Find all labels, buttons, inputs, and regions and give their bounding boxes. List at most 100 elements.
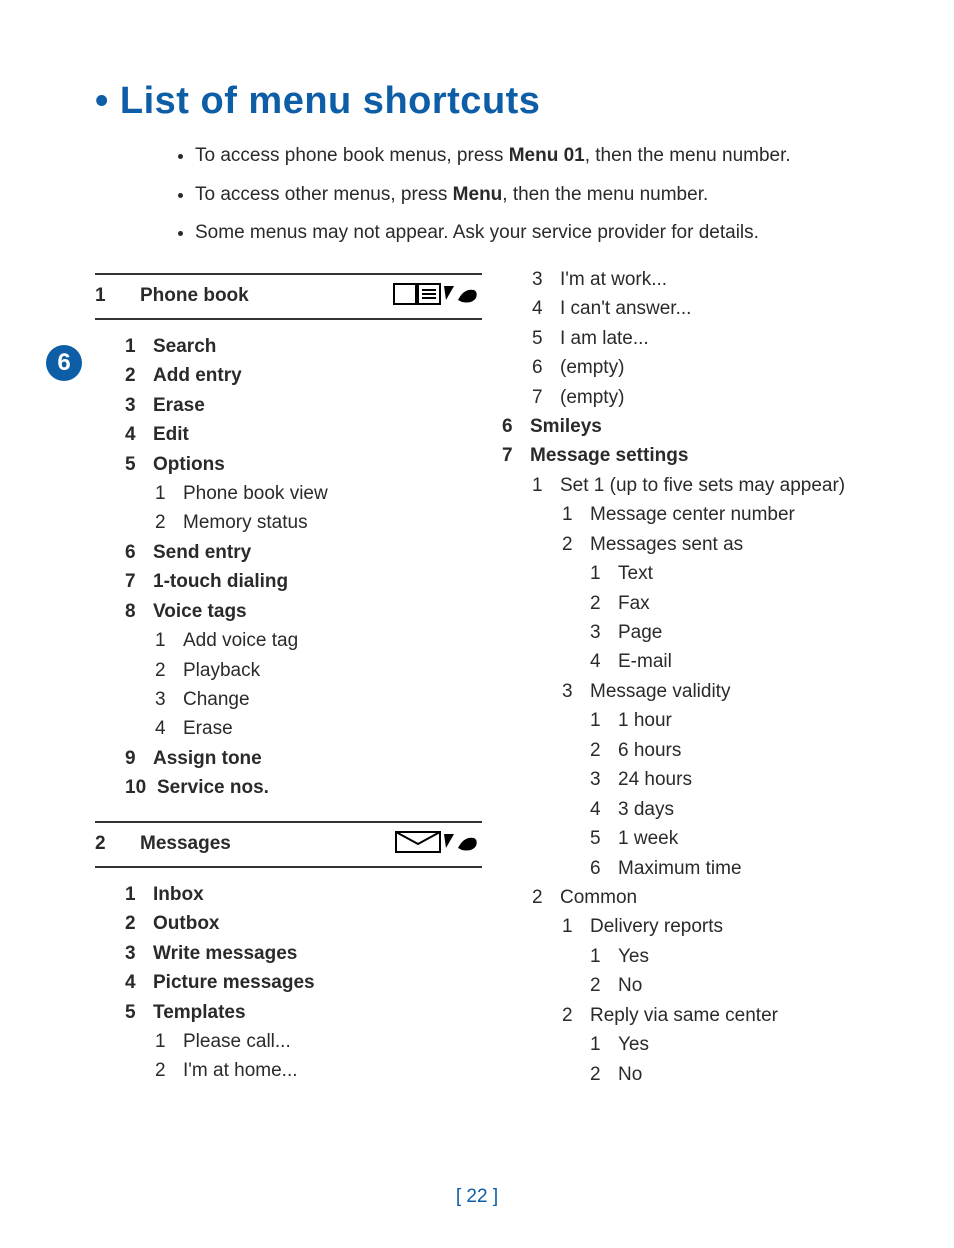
item-num: 2 — [125, 361, 153, 390]
item-label: I'm at work... — [560, 265, 667, 294]
item-num: 3 — [125, 391, 153, 420]
intro-bold: Menu — [453, 184, 503, 205]
item-num: 7 — [502, 441, 530, 470]
item-num: 8 — [125, 597, 153, 626]
item-label: Templates — [153, 998, 246, 1027]
item-num: 2 — [562, 1001, 590, 1030]
item-label: Message center number — [590, 500, 795, 529]
item-label: Please call... — [183, 1027, 291, 1056]
item-num: 2 — [590, 971, 618, 1000]
messages-menu-right: 3I'm at work... 4I can't answer... 5I am… — [502, 265, 889, 1089]
item-label: Yes — [618, 1030, 649, 1059]
item-label: Edit — [153, 420, 189, 449]
section-num: 2 — [95, 833, 125, 855]
item-label: I'm at home... — [183, 1056, 298, 1085]
item-label: Outbox — [153, 909, 220, 938]
item-label: Yes — [618, 942, 649, 971]
item-label: Common — [560, 883, 637, 912]
item-num: 5 — [125, 450, 153, 479]
item-label: Fax — [618, 589, 650, 618]
item-num: 2 — [562, 530, 590, 559]
item-label: Page — [618, 618, 662, 647]
item-label: 1 hour — [618, 706, 672, 735]
item-num: 1 — [155, 1027, 183, 1056]
item-num: 4 — [532, 294, 560, 323]
section-header-messages: 2 Messages — [95, 821, 482, 868]
item-label: 3 days — [618, 795, 674, 824]
item-num: 2 — [590, 736, 618, 765]
chapter-badge: 6 — [46, 345, 82, 381]
section-header-phonebook: 1 Phone book — [95, 273, 482, 320]
intro-item: To access phone book menus, press Menu 0… — [195, 143, 889, 170]
intro-text: Some menus may not appear. Ask your serv… — [195, 222, 759, 243]
item-label: Inbox — [153, 880, 204, 909]
item-num: 3 — [590, 765, 618, 794]
item-num: 2 — [590, 589, 618, 618]
item-label: Search — [153, 332, 216, 361]
page-number: [ 22 ] — [0, 1186, 954, 1208]
item-label: Send entry — [153, 538, 251, 567]
item-label: 1 week — [618, 824, 678, 853]
page-title: • List of menu shortcuts — [95, 80, 889, 123]
item-num: 2 — [155, 508, 183, 537]
item-label: Service nos. — [157, 773, 269, 802]
item-num: 1 — [562, 912, 590, 941]
item-label: I am late... — [560, 324, 649, 353]
item-num: 4 — [155, 714, 183, 743]
item-label: Playback — [183, 656, 260, 685]
item-num: 1 — [155, 479, 183, 508]
item-label: Change — [183, 685, 250, 714]
item-num: 3 — [125, 939, 153, 968]
item-label: Message validity — [590, 677, 730, 706]
phonebook-menu: 1Search 2Add entry 3Erase 4Edit 5Options… — [125, 332, 482, 803]
item-num: 1 — [155, 626, 183, 655]
item-label: 24 hours — [618, 765, 692, 794]
intro-text: To access other menus, press — [195, 184, 453, 205]
item-num: 5 — [590, 824, 618, 853]
item-label: Erase — [153, 391, 205, 420]
intro-text: , then the menu number. — [502, 184, 708, 205]
item-num: 10 — [125, 773, 157, 802]
intro-text: To access phone book menus, press — [195, 145, 509, 166]
item-num: 1 — [590, 706, 618, 735]
item-num: 1 — [532, 471, 560, 500]
item-num: 7 — [125, 567, 153, 596]
item-num: 3 — [590, 618, 618, 647]
item-num: 3 — [532, 265, 560, 294]
item-num: 4 — [125, 968, 153, 997]
item-num: 2 — [125, 909, 153, 938]
item-label: Add entry — [153, 361, 242, 390]
item-num: 6 — [502, 412, 530, 441]
item-label: Options — [153, 450, 225, 479]
item-num: 1 — [590, 559, 618, 588]
item-num: 5 — [125, 998, 153, 1027]
right-column: 3I'm at work... 4I can't answer... 5I am… — [502, 265, 889, 1107]
item-num: 3 — [562, 677, 590, 706]
item-num: 2 — [155, 656, 183, 685]
item-num: 2 — [155, 1056, 183, 1085]
item-num: 1 — [125, 332, 153, 361]
item-num: 7 — [532, 383, 560, 412]
item-num: 6 — [532, 353, 560, 382]
item-label: 1-touch dialing — [153, 567, 288, 596]
item-label: Reply via same center — [590, 1001, 778, 1030]
intro-text: , then the menu number. — [585, 145, 791, 166]
intro-list: To access phone book menus, press Menu 0… — [155, 143, 889, 247]
item-label: Erase — [183, 714, 233, 743]
item-label: Memory status — [183, 508, 308, 537]
item-label: E-mail — [618, 647, 672, 676]
item-label: No — [618, 1060, 642, 1089]
item-num: 4 — [125, 420, 153, 449]
item-label: Messages sent as — [590, 530, 743, 559]
item-num: 1 — [590, 1030, 618, 1059]
item-label: Assign tone — [153, 744, 262, 773]
item-num: 1 — [562, 500, 590, 529]
item-label: Smileys — [530, 412, 602, 441]
item-label: Picture messages — [153, 968, 315, 997]
left-column: 1 Phone book 1Search 2Add entr — [95, 265, 482, 1107]
item-label: Add voice tag — [183, 626, 298, 655]
intro-bold: Menu 01 — [509, 145, 585, 166]
item-label: Voice tags — [153, 597, 247, 626]
item-num: 2 — [590, 1060, 618, 1089]
intro-item: Some menus may not appear. Ask your serv… — [195, 220, 889, 247]
